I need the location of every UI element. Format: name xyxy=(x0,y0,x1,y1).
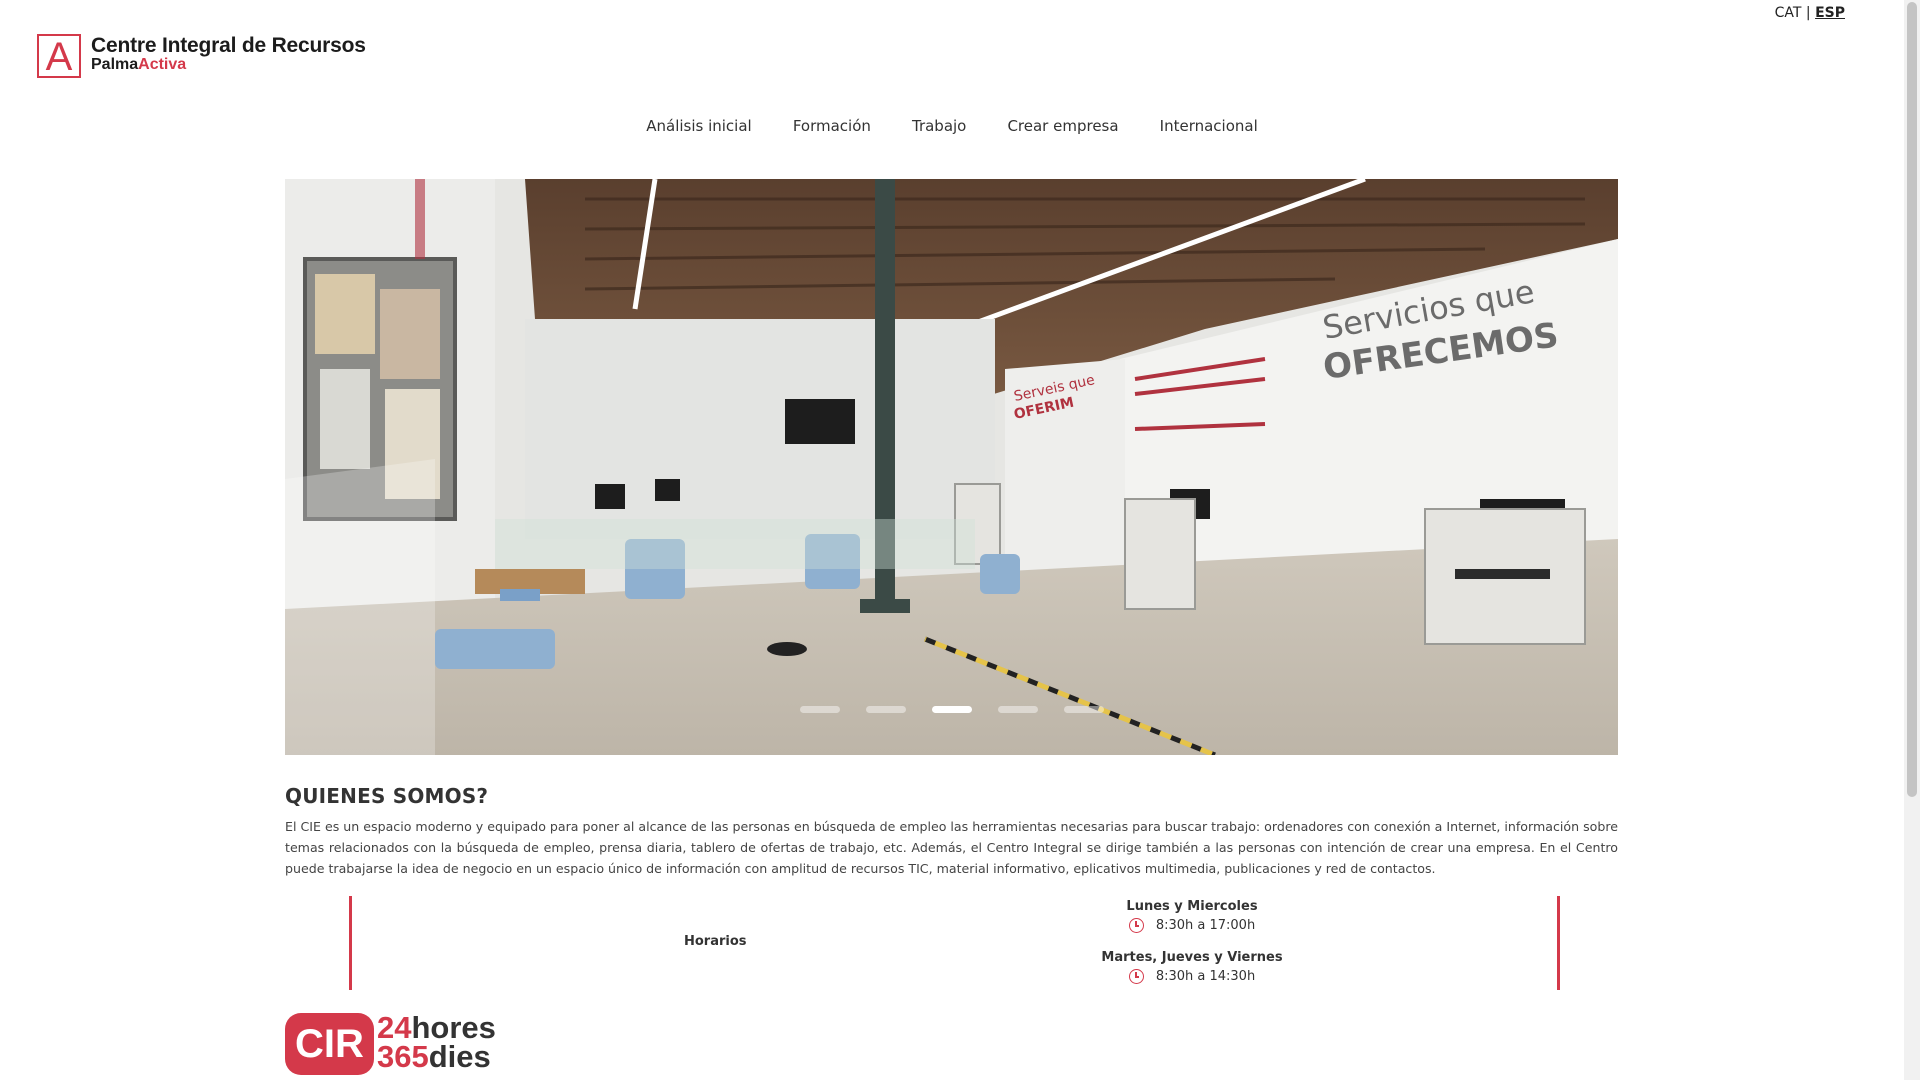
hours-day: Lunes y Miercoles xyxy=(1126,899,1258,914)
hours-label: Horarios xyxy=(684,934,747,949)
hours-time-row: 8:30h a 14:30h xyxy=(1092,969,1292,984)
lang-cat-link[interactable]: CAT xyxy=(1775,5,1802,21)
logo-subtitle: PalmaActiva xyxy=(91,56,187,73)
clock-icon xyxy=(1128,969,1144,984)
scrollbar-thumb[interactable] xyxy=(1907,2,1917,797)
hours-block-tue-fri: Martes, Jueves y Viernes 8:30h a 14:30h xyxy=(1092,950,1292,984)
carousel-dot-5[interactable] xyxy=(1063,706,1104,713)
about-text: El CIE es un espacio moderno y equipado … xyxy=(285,819,1618,876)
opening-hours: Horarios Lunes y Miercoles 8:30h a 17:00… xyxy=(349,896,1560,990)
logo-mark: A xyxy=(37,34,81,78)
hero-carousel[interactable]: Servicios que OFRECEMOS Serveis que OFER… xyxy=(285,179,1618,755)
hours-time: 8:30h a 14:30h xyxy=(1155,969,1256,984)
logo-title: Centre Integral de Recursos xyxy=(91,34,366,57)
carousel-indicators xyxy=(285,698,1618,717)
lang-esp-link[interactable]: ESP xyxy=(1815,5,1845,21)
hero-photo: Servicios que OFRECEMOS Serveis que OFER… xyxy=(285,179,1618,755)
about-section: QUIENES SOMOS? El CIE es un espacio mode… xyxy=(285,784,1618,879)
nav-trabajo[interactable]: Trabajo xyxy=(912,117,966,135)
hours-day: Martes, Jueves y Viernes xyxy=(1101,950,1283,965)
hours-block-mon-wed: Lunes y Miercoles 8:30h a 17:00h xyxy=(1092,899,1292,933)
clock-icon xyxy=(1128,918,1144,933)
carousel-dot-2[interactable] xyxy=(865,706,906,713)
about-heading: QUIENES SOMOS? xyxy=(285,784,489,808)
carousel-dot-1[interactable] xyxy=(799,706,840,713)
nav-internacional[interactable]: Internacional xyxy=(1160,117,1258,135)
main-nav: Análisis inicial Formación Trabajo Crear… xyxy=(0,116,1904,135)
hours-time-row: 8:30h a 17:00h xyxy=(1092,918,1292,933)
nav-analisis-inicial[interactable]: Análisis inicial xyxy=(646,117,751,135)
page-scrollbar[interactable] xyxy=(1904,0,1920,1080)
carousel-dot-4[interactable] xyxy=(997,706,1038,713)
cir-badge: CIR xyxy=(285,1013,374,1075)
lang-separator: | xyxy=(1805,5,1811,21)
language-switcher: CAT | ESP xyxy=(1775,5,1845,21)
hours-time: 8:30h a 17:00h xyxy=(1155,918,1256,933)
nav-crear-empresa[interactable]: Crear empresa xyxy=(1007,117,1118,135)
carousel-dot-3[interactable] xyxy=(931,706,972,713)
nav-formacion[interactable]: Formación xyxy=(793,117,871,135)
cir-tagline: 24hores 365dies xyxy=(377,1010,496,1074)
